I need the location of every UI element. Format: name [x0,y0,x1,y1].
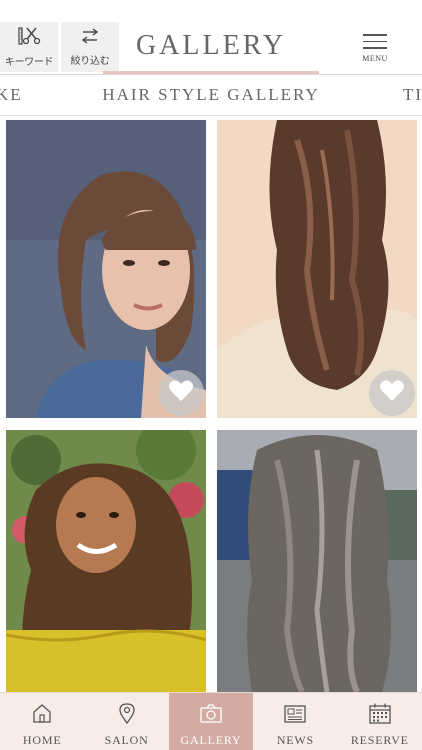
filter-label: 絞り込む [70,55,110,67]
calendar-icon [368,702,392,729]
keyword-search-button[interactable]: キーワード [0,22,58,72]
tab-hair-style-gallery[interactable]: HAIR STYLE GALLERY [0,85,422,105]
hairstyle-photo [217,430,417,692]
filter-arrows-icon [80,27,100,49]
gallery-item[interactable] [6,120,206,418]
tab-next-partial[interactable]: TI [403,85,422,105]
app-header: キーワード 絞り込む GALLERY MENU [0,0,422,75]
nav-news-label: NEWS [276,733,315,747]
nav-gallery-label: GALLERY [180,733,242,747]
newspaper-icon [283,702,307,729]
camera-icon [199,702,223,729]
gallery-item[interactable] [217,430,417,692]
hamburger-icon [363,34,387,54]
keyword-label: キーワード [4,56,54,68]
location-pin-icon [116,702,138,729]
gallery-item[interactable] [217,120,417,418]
menu-label: MENU [362,53,388,63]
nav-salon-label: SALON [104,733,149,747]
heart-icon [168,379,194,408]
filter-button[interactable]: 絞り込む [61,22,119,72]
gallery-grid [0,116,422,692]
nav-gallery[interactable]: GALLERY [168,693,254,750]
favorite-button[interactable] [369,370,415,416]
hairstyle-photo [6,430,206,692]
page-title: GALLERY [135,30,287,61]
category-tabs: KE HAIR STYLE GALLERY TI [0,75,422,115]
nav-news[interactable]: NEWS [253,693,337,750]
home-icon [31,702,53,729]
nav-home[interactable]: HOME [0,693,84,750]
favorite-button[interactable] [158,370,204,416]
nav-reserve-label: RESERVE [350,733,409,747]
nav-reserve[interactable]: RESERVE [338,693,422,750]
gallery-item[interactable] [6,430,206,692]
heart-icon [379,379,405,408]
scissors-comb-icon [17,26,41,50]
bottom-navigation: HOME SALON GALLERY NEWS RESERVE [0,692,422,750]
menu-button[interactable]: MENU [360,34,390,68]
nav-home-label: HOME [22,733,62,747]
nav-salon[interactable]: SALON [84,693,168,750]
